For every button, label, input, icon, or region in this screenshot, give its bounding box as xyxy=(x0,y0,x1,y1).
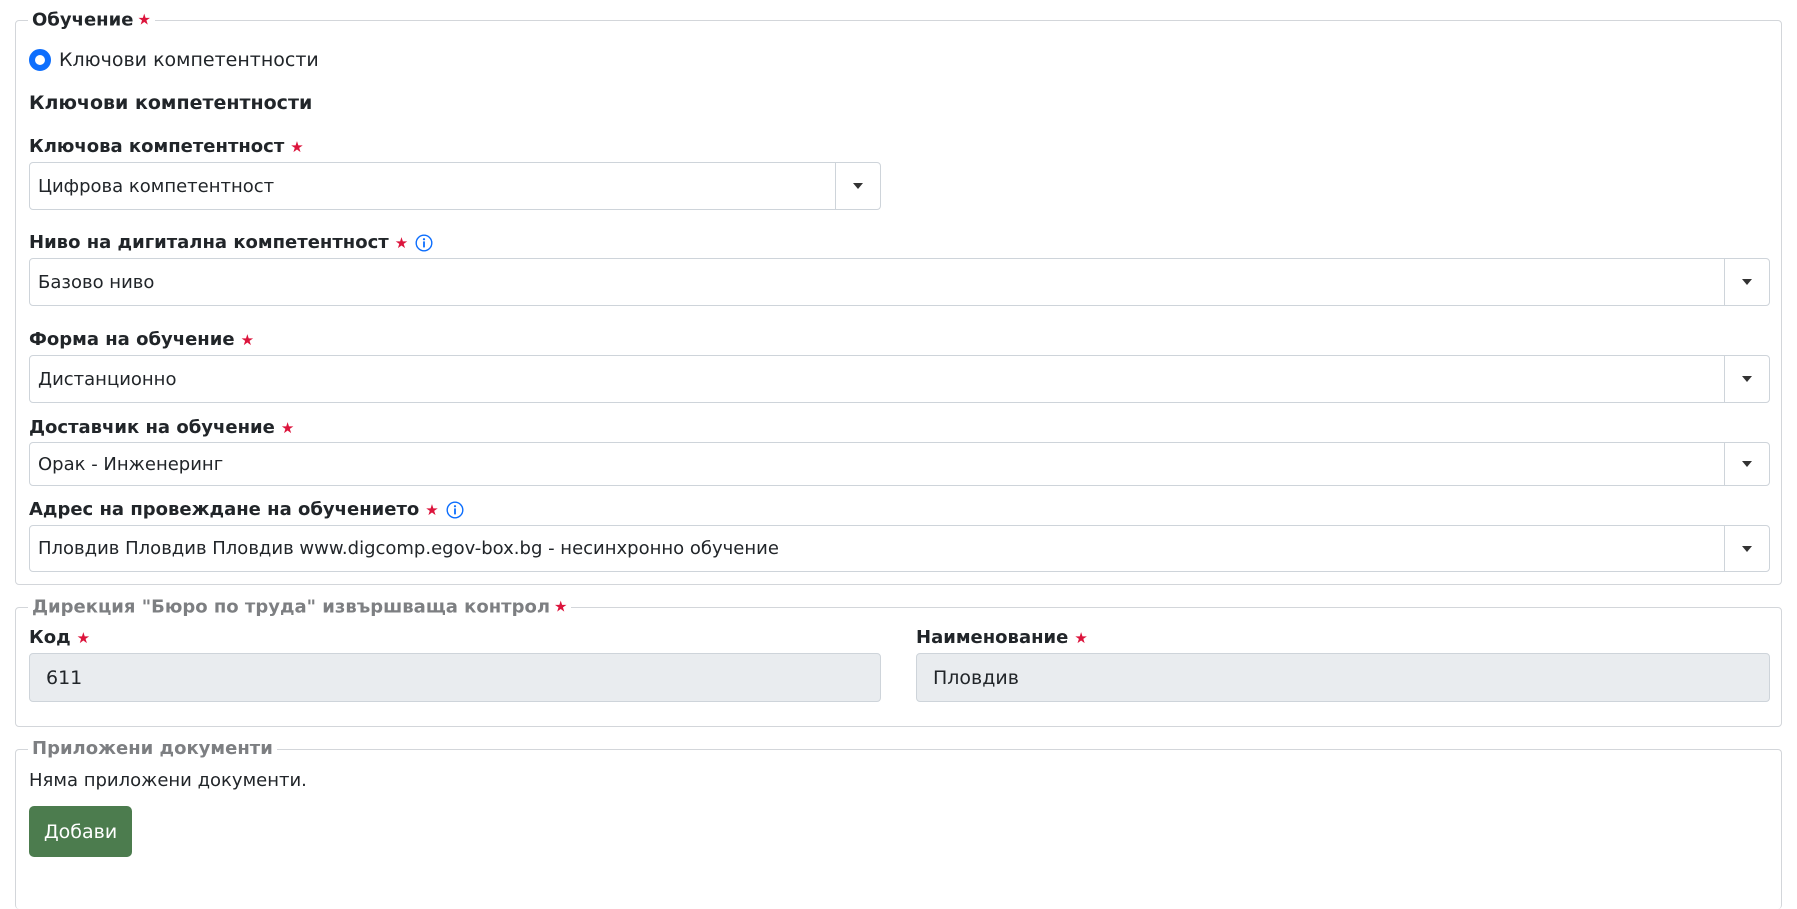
digital-level-label: Ниво на дигитална компетентност ★ xyxy=(29,232,433,254)
training-legend: Обучение ★ xyxy=(28,8,155,32)
key-competence-value: Цифрова компетентност xyxy=(38,175,275,197)
digital-level-select[interactable]: Базово ниво xyxy=(29,258,1770,306)
required-star: ★ xyxy=(290,138,304,156)
code-label: Код ★ xyxy=(29,627,91,648)
name-field: Пловдив xyxy=(916,653,1770,702)
provider-label: Доставчик на обучение ★ xyxy=(29,417,295,438)
info-circle-icon[interactable] xyxy=(446,501,464,519)
training-form-label: Форма на обучение ★ xyxy=(29,329,255,350)
training-form-select[interactable]: Дистанционно xyxy=(29,355,1770,403)
dropdown-toggle[interactable] xyxy=(1724,526,1769,571)
required-star: ★ xyxy=(394,234,409,252)
info-circle-icon[interactable] xyxy=(415,234,433,252)
digital-level-value: Базово ниво xyxy=(38,271,155,293)
radio-selected-icon[interactable] xyxy=(29,49,51,71)
training-form-value: Дистанционно xyxy=(38,368,177,390)
dropdown-toggle[interactable] xyxy=(1724,259,1769,305)
section-subheading: Ключови компетентности xyxy=(29,92,313,114)
required-star: ★ xyxy=(1074,629,1088,647)
required-star: ★ xyxy=(280,419,295,437)
radio-key-competences[interactable]: Ключови компетентности xyxy=(29,48,319,72)
provider-value: Орак - Инженеринг xyxy=(38,453,224,475)
radio-label: Ключови компетентности xyxy=(59,49,319,71)
caret-down-icon xyxy=(1742,376,1752,382)
caret-down-icon xyxy=(1742,545,1752,552)
address-label: Адрес на провеждане на обучението ★ xyxy=(29,499,464,521)
caret-down-icon xyxy=(1742,461,1752,467)
dropdown-toggle[interactable] xyxy=(1724,356,1769,402)
address-value: Пловдив Пловдив Пловдив www.digcomp.egov… xyxy=(38,538,779,559)
directorate-legend: Дирекция "Бюро по труда" извършваща конт… xyxy=(28,595,572,619)
caret-down-icon xyxy=(1742,279,1752,285)
required-star: ★ xyxy=(425,501,439,519)
no-documents-text: Няма приложени документи. xyxy=(29,770,307,791)
caret-down-icon xyxy=(853,183,863,189)
code-field: 611 xyxy=(29,653,881,702)
key-competence-label: Ключова компетентност ★ xyxy=(29,136,304,157)
address-select[interactable]: Пловдив Пловдив Пловдив www.digcomp.egov… xyxy=(29,525,1770,572)
name-label: Наименование ★ xyxy=(916,627,1088,648)
add-document-button[interactable]: Добави xyxy=(29,806,132,857)
key-competence-select[interactable]: Цифрова компетентност xyxy=(29,162,881,210)
required-star: ★ xyxy=(137,10,151,29)
dropdown-toggle[interactable] xyxy=(835,163,880,209)
required-star: ★ xyxy=(554,597,568,616)
documents-legend: Приложени документи xyxy=(28,738,277,760)
required-star: ★ xyxy=(76,629,91,647)
provider-select[interactable]: Орак - Инженеринг xyxy=(29,442,1770,486)
dropdown-toggle[interactable] xyxy=(1724,443,1769,485)
required-star: ★ xyxy=(240,331,255,349)
